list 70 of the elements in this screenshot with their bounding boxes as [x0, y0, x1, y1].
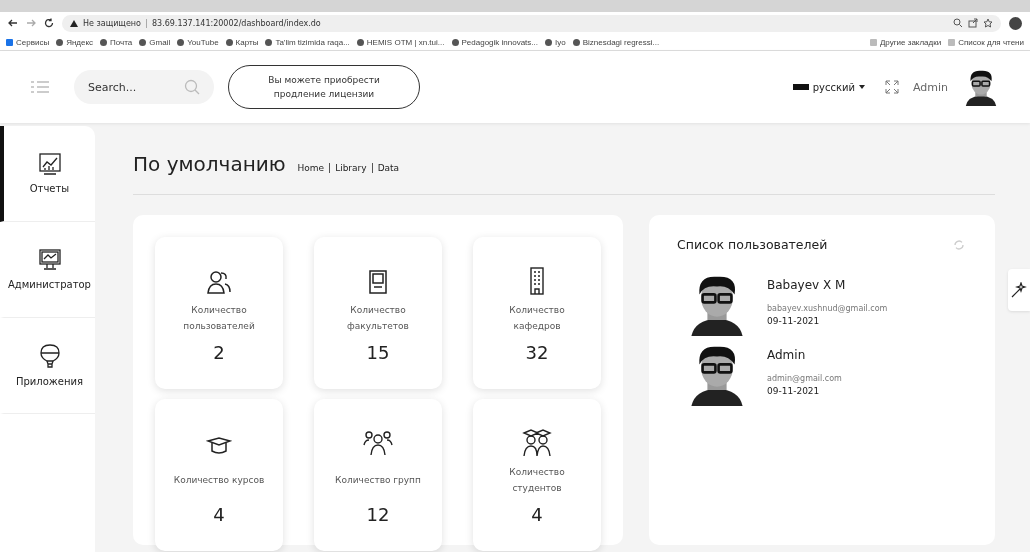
- stat-label: Количество курсов: [172, 473, 266, 487]
- user-email: babayev.xushnud@gmail.com: [767, 304, 888, 313]
- star-icon[interactable]: [983, 18, 993, 28]
- bookmark[interactable]: Почта: [100, 37, 133, 47]
- people-icon: [363, 429, 393, 457]
- url-text: 83.69.137.141:20002/dashboard/index.do: [151, 18, 321, 28]
- breadcrumb-link[interactable]: Home: [297, 163, 325, 173]
- hot-air-balloon-icon: [39, 344, 60, 368]
- bookmark[interactable]: Список для чтени: [948, 37, 1024, 47]
- breadcrumb-link[interactable]: Library: [329, 163, 367, 173]
- security-label: Не защищено: [83, 18, 147, 28]
- share-icon[interactable]: [968, 18, 978, 28]
- reload-icon[interactable]: [44, 18, 54, 28]
- page-title: По умолчанию: [133, 152, 286, 176]
- sidebar-label: Приложения: [15, 376, 84, 387]
- fullscreen-icon[interactable]: [884, 80, 899, 94]
- breadcrumb-link[interactable]: Data: [371, 163, 400, 173]
- bookmark[interactable]: Карты: [225, 37, 259, 47]
- bookmark[interactable]: Ta'lim tizimida raqa...: [265, 37, 350, 47]
- address-bar[interactable]: Не защищено 83.69.137.141:20002/dashboard/index.do: [62, 14, 1001, 32]
- stat-value: 4: [531, 504, 543, 525]
- magic-wand-icon: [1011, 282, 1027, 298]
- sidebar-label: Администратор: [8, 279, 91, 290]
- license-button[interactable]: Вы можете приобрести продление лицензии: [228, 65, 420, 109]
- language-dropdown[interactable]: русский: [786, 80, 871, 94]
- sidebar-item[interactable]: Администратор: [0, 222, 95, 318]
- chart-icon: [38, 153, 61, 175]
- customizer-button[interactable]: [1008, 269, 1030, 311]
- search-field[interactable]: Search...: [74, 70, 214, 104]
- stat-value: 2: [213, 342, 225, 363]
- stat-value: 15: [366, 342, 390, 363]
- bookmark[interactable]: Другие закладки: [869, 37, 942, 47]
- panel-title: Список пользователей: [677, 237, 828, 252]
- stat-label: Количество студентов: [508, 466, 566, 495]
- bookmark[interactable]: Сервисы: [6, 37, 50, 47]
- bookmark[interactable]: Iyo: [545, 37, 566, 47]
- bookmark[interactable]: Biznesdagi regressi...: [572, 37, 660, 47]
- bookmark[interactable]: Яндекс: [56, 37, 94, 47]
- user-name: Admin: [767, 348, 807, 362]
- stat-value: 32: [525, 342, 549, 363]
- monitor-icon: [38, 249, 61, 271]
- bookmark[interactable]: Pedagogik innovats...: [451, 37, 538, 47]
- door-icon: [367, 269, 389, 295]
- user-name: Babayev X M: [767, 278, 847, 292]
- building-icon: [527, 267, 547, 295]
- bookmark[interactable]: HEMIS OTM | xn.tui...: [356, 37, 445, 47]
- stat-label: Количество групп: [334, 473, 422, 487]
- search-icon: [184, 79, 200, 95]
- stat-label: Количество пользователей: [182, 304, 256, 333]
- back-icon[interactable]: [8, 18, 18, 28]
- warning-icon: [70, 19, 78, 27]
- user-name[interactable]: Admin: [912, 80, 948, 94]
- zoom-icon[interactable]: [953, 18, 963, 28]
- stat-value: 4: [213, 504, 225, 525]
- user-email: admin@gmail.com: [767, 374, 842, 383]
- graduation-cap-icon: [206, 437, 232, 457]
- users-icon: [206, 269, 232, 295]
- stat-label: Количество кафедров: [508, 304, 566, 333]
- caret-icon: [858, 85, 865, 89]
- sidebar-item[interactable]: Отчеты: [0, 126, 95, 222]
- profile-avatar[interactable]: [1009, 16, 1022, 30]
- user-date: 09-11-2021: [767, 316, 821, 326]
- bookmark[interactable]: YouTube: [177, 37, 219, 47]
- students-icon: [521, 429, 553, 457]
- stat-label: Количество факультетов: [346, 304, 410, 333]
- bookmark[interactable]: Gmail: [139, 37, 171, 47]
- sidebar-label: Отчеты: [29, 183, 70, 194]
- sidebar-item[interactable]: Приложения: [0, 318, 95, 414]
- stat-value: 12: [366, 504, 390, 525]
- user-date: 09-11-2021: [767, 386, 821, 396]
